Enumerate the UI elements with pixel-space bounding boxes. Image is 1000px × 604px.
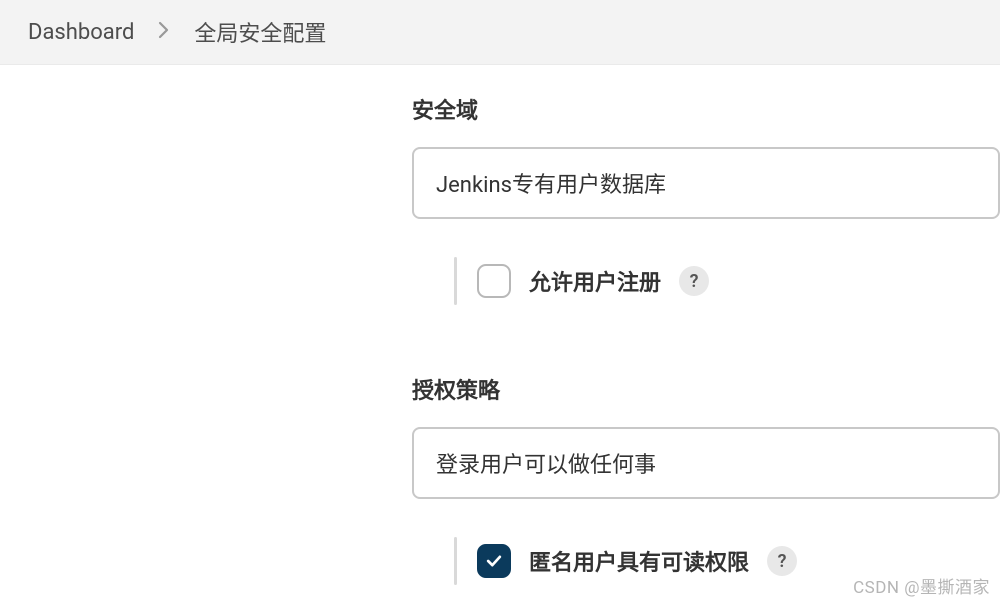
anonymous-read-checkbox[interactable] — [477, 544, 511, 578]
security-realm-label: 安全域 — [412, 93, 1000, 125]
authorization-label: 授权策略 — [412, 373, 1000, 405]
breadcrumb-current[interactable]: 全局安全配置 — [194, 16, 326, 48]
indent-bar-icon — [454, 537, 457, 585]
allow-signup-row: 允许用户注册 ? — [454, 257, 1000, 305]
breadcrumb-dashboard-link[interactable]: Dashboard — [28, 20, 134, 45]
anonymous-read-label: 匿名用户具有可读权限 — [529, 545, 749, 577]
allow-signup-group: 允许用户注册 ? — [477, 264, 709, 298]
chevron-right-icon — [158, 21, 170, 44]
security-realm-select[interactable]: Jenkins专有用户数据库 — [412, 147, 1000, 219]
breadcrumb: Dashboard 全局安全配置 — [0, 0, 1000, 65]
indent-bar-icon — [454, 257, 457, 305]
watermark-text: CSDN @墨撕酒家 — [853, 573, 990, 598]
anonymous-read-group: 匿名用户具有可读权限 ? — [477, 544, 797, 578]
help-icon[interactable]: ? — [679, 266, 709, 296]
allow-signup-checkbox[interactable] — [477, 264, 511, 298]
help-icon[interactable]: ? — [767, 546, 797, 576]
main-content: 安全域 Jenkins专有用户数据库 允许用户注册 ? 授权策略 登录用户可以做… — [0, 65, 1000, 585]
allow-signup-label: 允许用户注册 — [529, 265, 661, 297]
authorization-select[interactable]: 登录用户可以做任何事 — [412, 427, 1000, 499]
